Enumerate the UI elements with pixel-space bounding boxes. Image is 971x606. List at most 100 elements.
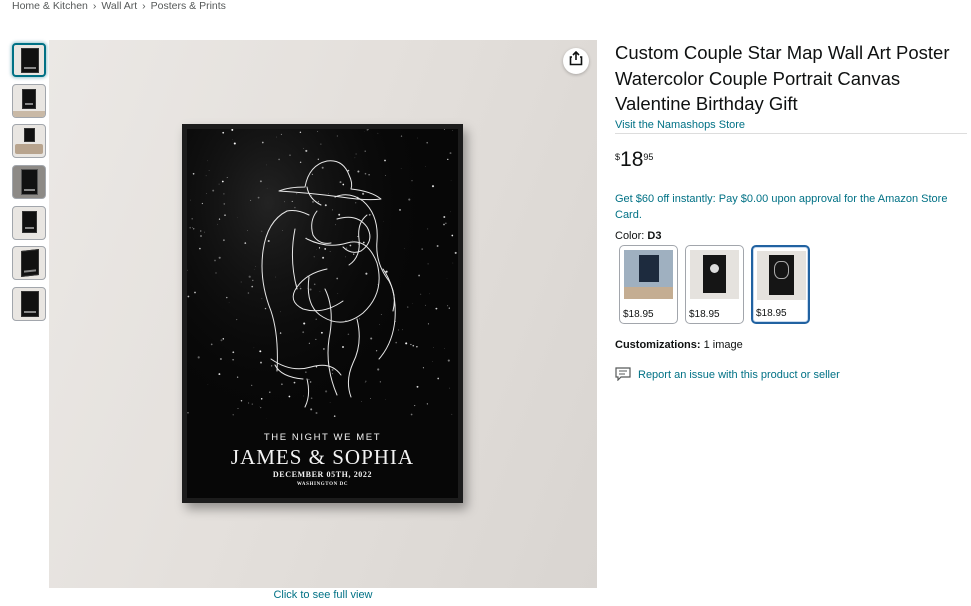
product-details: Custom Couple Star Map Wall Art Poster W… bbox=[615, 40, 967, 384]
star bbox=[433, 347, 434, 348]
star bbox=[237, 407, 239, 409]
star bbox=[252, 279, 254, 282]
report-issue-link[interactable]: Report an issue with this product or sel… bbox=[615, 366, 967, 384]
thumbnail-5[interactable] bbox=[12, 205, 46, 240]
star bbox=[279, 332, 282, 334]
star bbox=[443, 223, 445, 226]
star bbox=[280, 133, 282, 135]
breadcrumb-posters-prints[interactable]: Posters & Prints bbox=[151, 0, 226, 12]
store-link[interactable]: Visit the Namashops Store bbox=[615, 119, 967, 134]
color-label-text: Color: bbox=[615, 229, 648, 242]
star bbox=[187, 411, 189, 414]
star bbox=[236, 319, 238, 321]
star bbox=[359, 318, 360, 320]
star bbox=[305, 149, 308, 152]
star bbox=[315, 411, 318, 415]
star bbox=[299, 285, 301, 287]
swatch-image bbox=[757, 250, 806, 300]
star bbox=[247, 292, 250, 294]
thumbnail-7[interactable] bbox=[12, 287, 46, 322]
star bbox=[448, 387, 450, 389]
star bbox=[232, 359, 234, 361]
star bbox=[384, 159, 386, 162]
thumbnail-2[interactable] bbox=[12, 83, 46, 118]
star bbox=[377, 368, 380, 371]
star bbox=[418, 274, 421, 277]
star bbox=[347, 333, 350, 336]
star bbox=[407, 306, 409, 308]
star bbox=[395, 341, 398, 344]
star bbox=[432, 360, 433, 362]
star bbox=[346, 247, 348, 249]
star bbox=[224, 214, 226, 216]
star bbox=[447, 305, 449, 307]
thumbnail-4[interactable] bbox=[12, 165, 46, 200]
star bbox=[306, 275, 308, 277]
star bbox=[218, 183, 220, 185]
star bbox=[447, 359, 450, 362]
report-issue-text[interactable]: Report an issue with this product or sel… bbox=[638, 369, 840, 381]
star bbox=[322, 256, 325, 259]
star bbox=[264, 307, 267, 310]
thumbnail-6[interactable] bbox=[12, 246, 46, 281]
star bbox=[353, 253, 355, 255]
full-view-link[interactable]: Click to see full view bbox=[49, 589, 597, 601]
swatch-image bbox=[690, 249, 739, 299]
star bbox=[411, 180, 413, 182]
star bbox=[313, 283, 316, 286]
star bbox=[221, 180, 224, 183]
star bbox=[365, 380, 367, 382]
star bbox=[355, 153, 357, 155]
star bbox=[368, 213, 371, 216]
price-fraction: 95 bbox=[643, 151, 654, 162]
swatch-d2[interactable]: $18.95 bbox=[685, 244, 744, 324]
star bbox=[233, 142, 236, 145]
thumbnail-1[interactable] bbox=[12, 43, 46, 77]
star bbox=[400, 168, 402, 169]
star bbox=[437, 377, 440, 380]
share-button[interactable] bbox=[563, 48, 589, 74]
star bbox=[435, 307, 438, 310]
star bbox=[275, 276, 277, 278]
swatch-d3[interactable]: $18.95 bbox=[751, 244, 810, 324]
star bbox=[271, 365, 273, 367]
poster-line-1: THE NIGHT WE MET bbox=[263, 432, 382, 443]
star bbox=[431, 185, 435, 188]
star bbox=[370, 398, 371, 399]
star bbox=[412, 344, 415, 347]
color-swatches: $18.95 $18.95 $18.95 bbox=[615, 244, 967, 324]
star bbox=[410, 343, 412, 346]
star bbox=[357, 236, 359, 237]
star bbox=[368, 174, 370, 176]
star bbox=[236, 376, 239, 378]
star bbox=[377, 284, 379, 285]
star bbox=[291, 200, 293, 202]
star bbox=[324, 247, 327, 250]
star bbox=[362, 241, 365, 244]
poster-names: JAMES & SOPHIA bbox=[230, 445, 415, 469]
star bbox=[331, 209, 334, 211]
swatch-d1[interactable]: $18.95 bbox=[619, 244, 678, 324]
feedback-icon bbox=[615, 366, 631, 384]
star bbox=[436, 245, 439, 247]
star bbox=[223, 193, 225, 195]
star bbox=[426, 141, 428, 144]
star bbox=[379, 381, 381, 383]
star bbox=[399, 209, 401, 211]
star bbox=[248, 275, 251, 278]
star bbox=[317, 201, 319, 203]
thumbnail-strip bbox=[12, 43, 46, 328]
star bbox=[385, 270, 388, 273]
star bbox=[232, 414, 234, 416]
star bbox=[318, 247, 321, 249]
store-card-promo[interactable]: Get $60 off instantly: Pay $0.00 upon ap… bbox=[615, 191, 967, 223]
star bbox=[280, 311, 281, 313]
star bbox=[377, 132, 379, 134]
main-product-image[interactable]: THE NIGHT WE MET JAMES & SOPHIA DECEMBER… bbox=[49, 40, 597, 588]
star bbox=[207, 384, 209, 385]
breadcrumb-home-kitchen[interactable]: Home & Kitchen bbox=[12, 0, 88, 12]
breadcrumb-wall-art[interactable]: Wall Art bbox=[101, 0, 137, 12]
star bbox=[420, 293, 422, 295]
thumbnail-3[interactable] bbox=[12, 124, 46, 159]
star bbox=[315, 338, 317, 340]
